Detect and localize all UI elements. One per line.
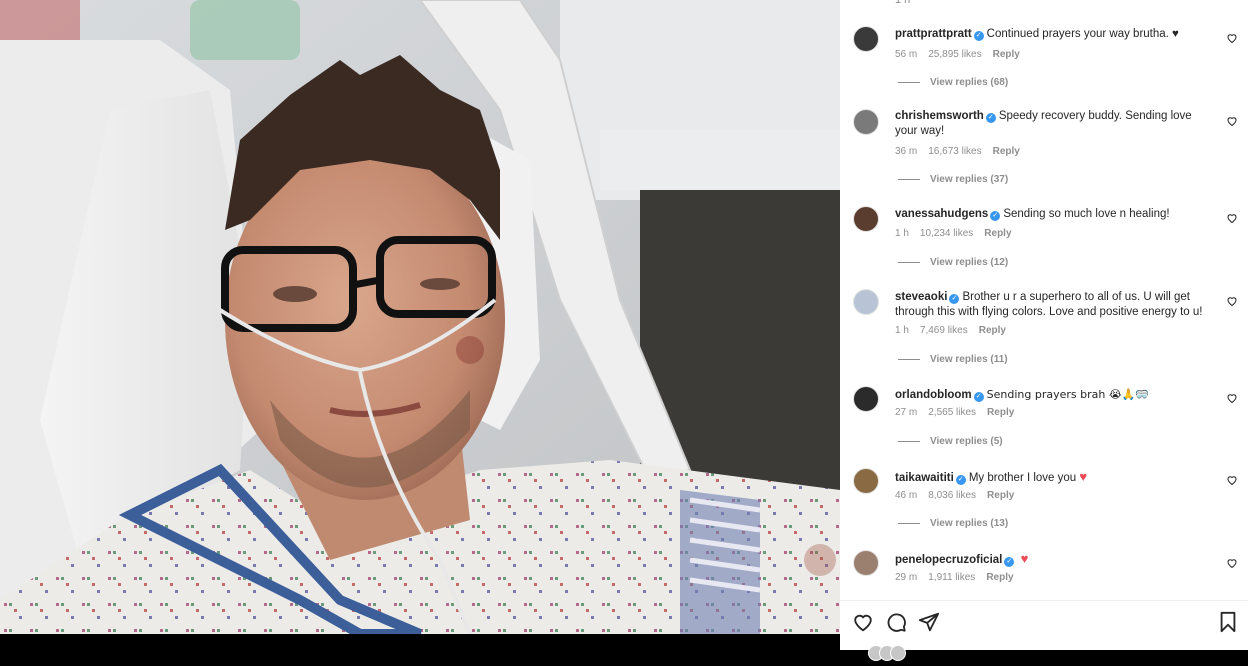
reply-button[interactable]: Reply [993, 49, 1020, 60]
red-heart-emoji-icon: ♥ [1079, 469, 1088, 484]
comment-body: steveaoki ✓ Brother u r a superhero to all… [895, 290, 1213, 320]
view-replies-button[interactable]: View replies (5) [898, 436, 1003, 447]
comment-time[interactable]: 56 m [895, 49, 917, 60]
comment-meta: 1 h 10,234 likes Reply [895, 228, 1023, 239]
paper-plane-icon[interactable] [918, 611, 940, 633]
comment-text: Continued prayers your way brutha. ♥ [986, 28, 1179, 40]
comments-panel: 1 h prattprattpratt ✓ Continued prayers yo… [840, 0, 1248, 661]
view-replies-label: View replies (37) [930, 174, 1009, 185]
comment-time[interactable]: 27 m [895, 407, 917, 418]
comment-like-heart-icon[interactable] [1226, 557, 1238, 569]
comment-username[interactable]: penelopecruzoficial [895, 554, 1002, 566]
view-replies-button[interactable]: View replies (37) [898, 174, 1008, 185]
divider-line [898, 522, 920, 524]
avatar [890, 645, 906, 661]
comment-meta: 46 m 8,036 likes Reply [895, 490, 1025, 501]
comment-likes[interactable]: 25,895 likes [928, 49, 981, 60]
comment-like-heart-icon[interactable] [1226, 115, 1238, 127]
view-replies-label: View replies (68) [930, 77, 1009, 88]
reply-button[interactable]: Reply [987, 490, 1014, 501]
comment-text: Sending prayers brah 😭🙏🥽 [986, 388, 1150, 401]
comment-likes[interactable]: 16,673 likes [928, 146, 981, 157]
comment-body: chrishemsworth ✓ Speedy recovery buddy. Se… [895, 109, 1213, 139]
comment-username[interactable]: prattprattpratt [895, 28, 972, 40]
comment-username[interactable]: vanessahudgens [895, 208, 988, 220]
action-bar-divider [840, 600, 1248, 601]
avatar[interactable] [853, 289, 879, 315]
comment-body: prattprattpratt ✓ Continued prayers your w… [895, 27, 1213, 42]
avatar[interactable] [853, 468, 879, 494]
divider-line [898, 261, 920, 263]
reply-button[interactable]: Reply [984, 228, 1011, 239]
verified-badge-icon: ✓ [973, 31, 984, 41]
photo-bottom-bar [0, 634, 840, 650]
avatar[interactable] [853, 206, 879, 232]
comment-like-heart-icon[interactable] [1226, 392, 1238, 404]
post-photo[interactable] [0, 0, 840, 634]
comment-meta: 29 m 1,911 likes Reply [895, 572, 1025, 583]
reply-button[interactable]: Reply [993, 146, 1020, 157]
verified-badge-icon: ✓ [985, 113, 996, 123]
divider-line [898, 358, 920, 360]
bookmark-icon[interactable] [1217, 611, 1239, 633]
view-replies-label: View replies (13) [930, 518, 1009, 529]
liker-avatars [868, 645, 906, 666]
comment-meta: 1 h 7,469 likes Reply [895, 325, 1017, 336]
comment-time[interactable]: 36 m [895, 146, 917, 157]
view-replies-button[interactable]: View replies (11) [898, 354, 1008, 365]
view-replies-label: View replies (5) [930, 436, 1003, 447]
comment-bubble-icon[interactable] [885, 611, 907, 633]
comment-body: taikawaititi ✓ My brother I love you ♥ [895, 469, 1213, 486]
reply-button[interactable]: Reply [987, 407, 1014, 418]
reply-button[interactable]: Reply [986, 572, 1013, 583]
comment-meta: 56 m 25,895 likes Reply [895, 49, 1031, 60]
comment-text: Sending so much love n healing! [1003, 208, 1170, 220]
comment-username[interactable]: steveaoki [895, 291, 947, 303]
avatar[interactable] [853, 386, 879, 412]
view-replies-button[interactable]: View replies (68) [898, 77, 1008, 88]
comment-likes[interactable]: 7,469 likes [920, 325, 968, 336]
view-replies-button[interactable]: View replies (13) [898, 518, 1008, 529]
comment-body: vanessahudgens ✓ Sending so much love n he… [895, 207, 1213, 222]
divider-line [898, 178, 920, 180]
comment-meta: 27 m 2,565 likes Reply [895, 407, 1025, 418]
comment-time[interactable]: 46 m [895, 490, 917, 501]
comment-like-heart-icon[interactable] [1226, 474, 1238, 486]
reply-button[interactable]: Reply [979, 325, 1006, 336]
divider-line [898, 440, 920, 442]
view-replies-label: View replies (11) [930, 354, 1008, 365]
verified-badge-icon: ✓ [1004, 557, 1015, 567]
red-heart-emoji-icon: ♥ [1020, 551, 1029, 566]
heart-outline-icon[interactable] [852, 611, 874, 633]
comment-time[interactable]: 1 h [895, 325, 909, 336]
verified-badge-icon: ✓ [949, 294, 960, 304]
comment-like-heart-icon[interactable] [1226, 32, 1238, 44]
avatar[interactable] [853, 550, 879, 576]
avatar[interactable] [853, 26, 879, 52]
comment-body: penelopecruzoficial ✓ ♥ [895, 551, 1213, 568]
comment-username[interactable]: taikawaititi [895, 472, 954, 484]
comment-username[interactable]: chrishemsworth [895, 110, 984, 122]
comment-meta: 36 m 16,673 likes Reply [895, 146, 1031, 157]
verified-badge-icon: ✓ [990, 211, 1001, 221]
comment-time[interactable]: 1 h [895, 228, 909, 239]
comment-text: My brother I love you [968, 472, 1077, 484]
comment-body: orlandobloom ✓ Sending prayers brah 😭🙏🥽 [895, 387, 1213, 403]
comment-username[interactable]: orlandobloom [895, 389, 972, 401]
hospital-selfie-image [0, 0, 840, 634]
previous-comment-time: 1 h [895, 0, 911, 6]
comment-likes[interactable]: 2,565 likes [928, 407, 976, 418]
comment-like-heart-icon[interactable] [1226, 295, 1238, 307]
comment-likes[interactable]: 1,911 likes [928, 572, 975, 583]
comment-like-heart-icon[interactable] [1226, 212, 1238, 224]
comment-time[interactable]: 29 m [895, 572, 917, 583]
view-replies-label: View replies (12) [930, 257, 1009, 268]
avatar[interactable] [853, 109, 879, 135]
divider-line [898, 81, 920, 83]
comment-likes[interactable]: 10,234 likes [920, 228, 973, 239]
view-replies-button[interactable]: View replies (12) [898, 257, 1008, 268]
verified-badge-icon: ✓ [955, 475, 966, 485]
verified-badge-icon: ✓ [973, 392, 984, 402]
comment-likes[interactable]: 8,036 likes [928, 490, 976, 501]
